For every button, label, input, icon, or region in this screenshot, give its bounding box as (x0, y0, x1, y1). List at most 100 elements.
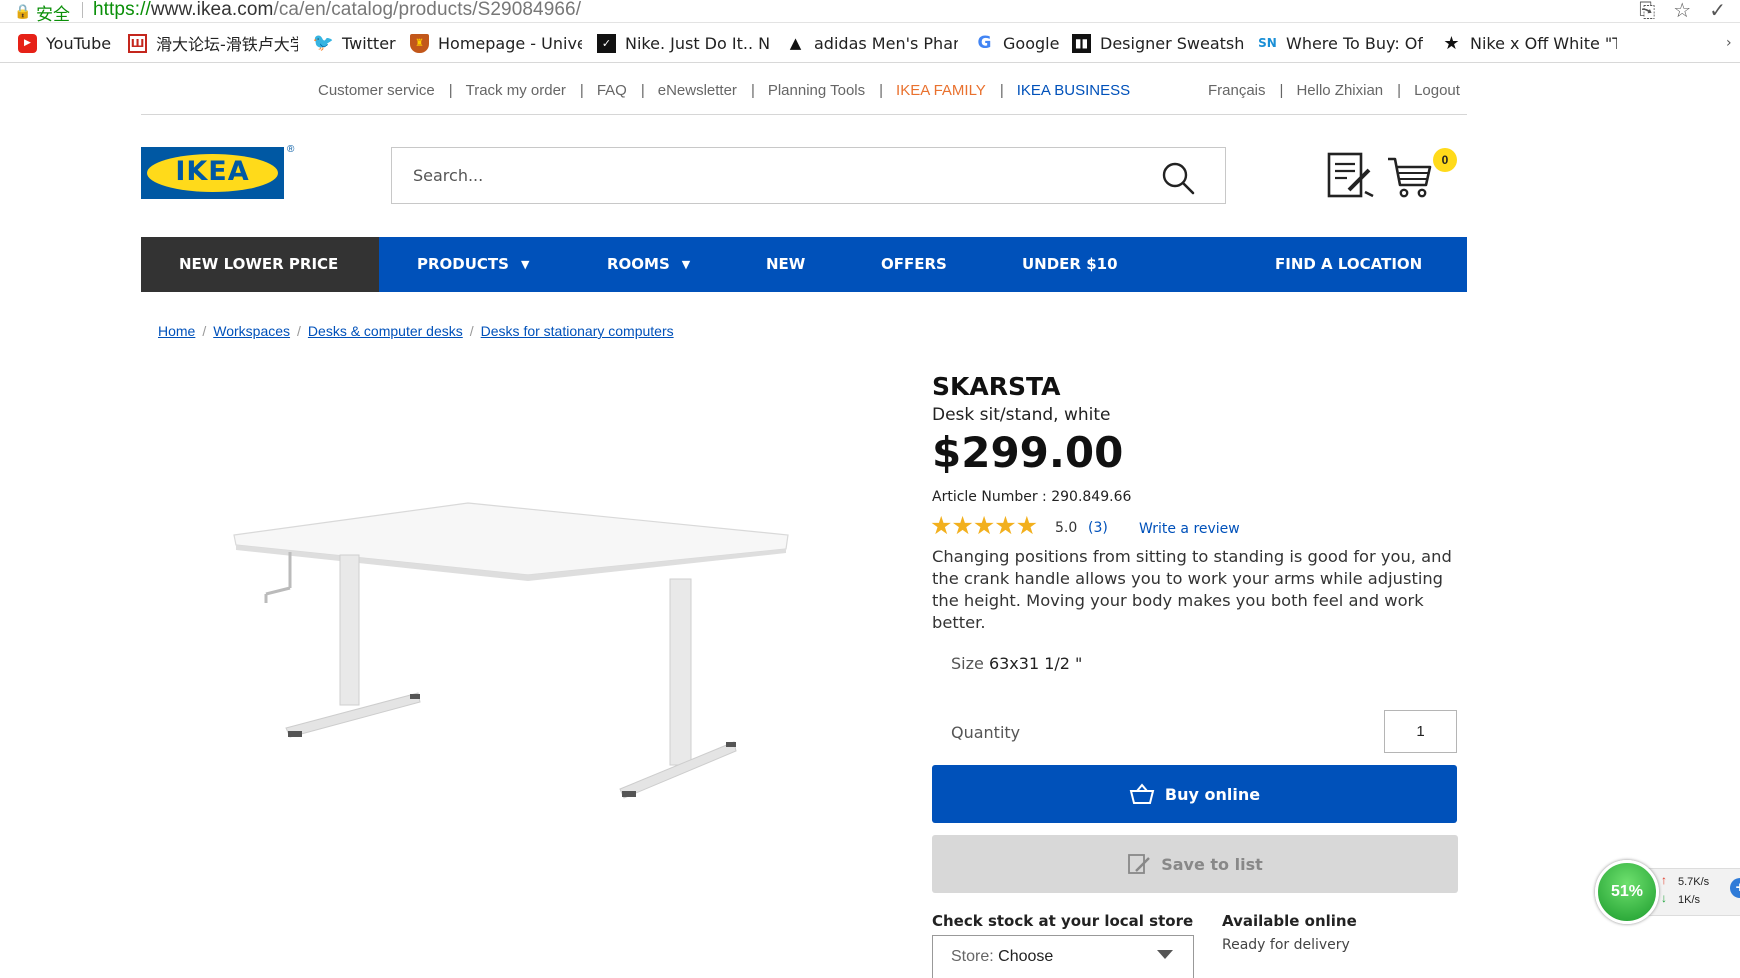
write-review-link[interactable]: Write a review (1139, 521, 1240, 537)
search-input[interactable] (411, 165, 1175, 186)
bookmark-forum[interactable]: Ш 滑大论坛-滑铁卢大学 (128, 24, 298, 62)
bookmarks-bar: ▶ YouTube Ш 滑大论坛-滑铁卢大学 🐦 Twitter ♜ Homep… (0, 24, 1740, 63)
product-price: $299.00 (932, 428, 1124, 477)
check-stock-label: Check stock at your local store (932, 912, 1194, 930)
util-link-ikea-family[interactable]: IKEA FAMILY (896, 82, 986, 99)
upload-arrow-icon: ↑ (1661, 873, 1667, 887)
product-image[interactable] (228, 495, 808, 820)
bookmark-nike-off-white[interactable]: ★ Nike x Off White "T (1442, 24, 1617, 62)
store-select-value: Store: Choose (951, 948, 1053, 966)
chevron-down-icon: ▼ (520, 258, 530, 271)
nav-products[interactable]: PRODUCTS ▼ (417, 237, 529, 292)
breadcrumb-stationary-desks[interactable]: Desks for stationary computers (481, 323, 674, 339)
memory-usage-gauge: 51% (1595, 860, 1659, 924)
twitter-icon: 🐦 (314, 33, 335, 53)
upload-speed: 5.7K/s (1678, 876, 1710, 888)
download-speed: 1K/s (1678, 894, 1701, 906)
save-to-list-label: Save to list (1161, 854, 1263, 874)
save-to-list-button[interactable]: Save to list (932, 835, 1458, 893)
util-link-customer-service[interactable]: Customer service (318, 82, 435, 99)
quantity-input[interactable]: 1 (1384, 710, 1457, 753)
url-text[interactable]: https://www.ikea.com/ca/en/catalog/produ… (93, 0, 581, 21)
logout-link[interactable]: Logout (1414, 82, 1460, 99)
nav-find-location[interactable]: FIND A LOCATION (1275, 237, 1422, 292)
utility-nav: Customer service | Track my order | FAQ | eNew… (318, 82, 1130, 102)
buy-online-button[interactable]: Buy online (932, 765, 1457, 823)
bookmark-where-to-buy[interactable]: SN Where To Buy: Off- (1258, 24, 1423, 62)
bookmark-star-icon[interactable]: ☆ (1673, 0, 1691, 22)
lock-icon: 🔒 (14, 3, 32, 19)
util-divider: | (750, 82, 755, 99)
url-scheme: https:// (93, 0, 151, 20)
util-link-enewsletter[interactable]: eNewsletter (658, 82, 737, 99)
bookmark-label: Nike. Just Do It.. Nil (625, 33, 769, 53)
bookmark-nike[interactable]: ✓ Nike. Just Do It.. Nil (597, 24, 769, 62)
util-link-planning-tools[interactable]: Planning Tools (768, 82, 865, 99)
search-icon[interactable] (1161, 161, 1195, 200)
bookmark-label: Google (1003, 33, 1060, 53)
bookmark-adidas[interactable]: ▲ adidas Men's Pharr (786, 24, 958, 62)
bookmark-homepage[interactable]: ♜ Homepage - Univer (410, 24, 582, 62)
ready-for-delivery-text: Ready for delivery (1222, 937, 1350, 953)
util-divider: | (1397, 82, 1402, 99)
nav-rooms[interactable]: ROOMS ▼ (607, 237, 690, 292)
nav-label: NEW LOWER PRICE (179, 255, 339, 273)
breadcrumb-separator: / (202, 323, 207, 339)
bookmark-label: adidas Men's Pharr (814, 33, 958, 53)
breadcrumb-home[interactable]: Home (158, 323, 195, 339)
breadcrumb-desks[interactable]: Desks & computer desks (308, 323, 463, 339)
rating-value: 5.0 (1055, 520, 1078, 536)
util-divider: | (579, 82, 584, 99)
nav-under-10[interactable]: UNDER $10 (1022, 237, 1118, 292)
address-bar[interactable]: 🔒 安全 https://www.ikea.com/ca/en/catalog/… (0, 0, 1740, 24)
bookmark-label: Where To Buy: Off- (1286, 33, 1423, 53)
cart-icon[interactable] (1386, 155, 1434, 204)
cart-count-badge: 0 (1433, 148, 1457, 172)
store-value: Choose (998, 948, 1054, 965)
bookmark-label: Nike x Off White "T (1470, 33, 1617, 53)
nav-offers[interactable]: OFFERS (881, 237, 947, 292)
util-link-ikea-business[interactable]: IKEA BUSINESS (1017, 82, 1130, 99)
greeting-link[interactable]: Hello Zhixian (1296, 82, 1383, 99)
bookmark-youtube[interactable]: ▶ YouTube (18, 24, 113, 62)
extension-icon[interactable]: ✓ (1709, 0, 1726, 22)
translate-icon[interactable]: ⎘ (1639, 0, 1655, 22)
size-value: 63x31 1/2 " (988, 654, 1083, 673)
nike-icon: ✓ (597, 33, 616, 53)
ikea-logo[interactable]: IKEA (141, 147, 284, 199)
util-divider: | (448, 82, 453, 99)
review-count-link[interactable]: (3) (1088, 520, 1108, 536)
size-label: Size (951, 654, 984, 673)
sn-icon: SN (1258, 36, 1277, 50)
nav-new-lower-price[interactable]: NEW LOWER PRICE (141, 237, 379, 292)
product-subtitle: Desk sit/stand, white (932, 405, 1111, 425)
address-bar-actions: ⎘ ☆ ✓ (1621, 0, 1726, 23)
more-bookmarks-chevron-icon[interactable]: › (1726, 24, 1740, 62)
list-pencil-icon (1127, 852, 1151, 876)
available-online-label: Available online (1222, 912, 1357, 930)
breadcrumb-workspaces[interactable]: Workspaces (213, 323, 290, 339)
bookmark-label: Homepage - Univer (438, 33, 582, 53)
bookmark-twitter[interactable]: 🐦 Twitter (314, 24, 396, 62)
basket-icon (1129, 783, 1155, 805)
youtube-icon: ▶ (18, 33, 37, 53)
bookmark-designer[interactable]: ▮▮ Designer Sweatshirt (1072, 24, 1244, 62)
bookmark-label: Designer Sweatshirt (1100, 33, 1244, 53)
bookmark-label: 滑大论坛-滑铁卢大学 (156, 35, 298, 54)
main-nav: NEW LOWER PRICE PRODUCTS ▼ ROOMS ▼ NEW OFF… (141, 237, 1467, 292)
url-divider (82, 2, 83, 18)
shopping-list-icon[interactable] (1327, 152, 1375, 205)
language-link[interactable]: Français (1208, 82, 1266, 99)
util-link-faq[interactable]: FAQ (597, 82, 627, 99)
secure-label: 安全 (36, 5, 70, 24)
util-link-track-order[interactable]: Track my order (466, 82, 566, 99)
util-divider: | (879, 82, 884, 99)
buy-online-label: Buy online (1164, 784, 1261, 804)
adidas-icon: ▲ (789, 34, 802, 52)
store-select[interactable]: Store: Choose (932, 935, 1194, 978)
breadcrumb-separator: / (297, 323, 301, 339)
rating-stars[interactable]: ★★★★★ (930, 511, 1038, 541)
bookmark-google[interactable]: G Google (975, 24, 1060, 62)
nav-label: ROOMS (607, 255, 670, 273)
nav-new[interactable]: NEW (766, 237, 805, 292)
